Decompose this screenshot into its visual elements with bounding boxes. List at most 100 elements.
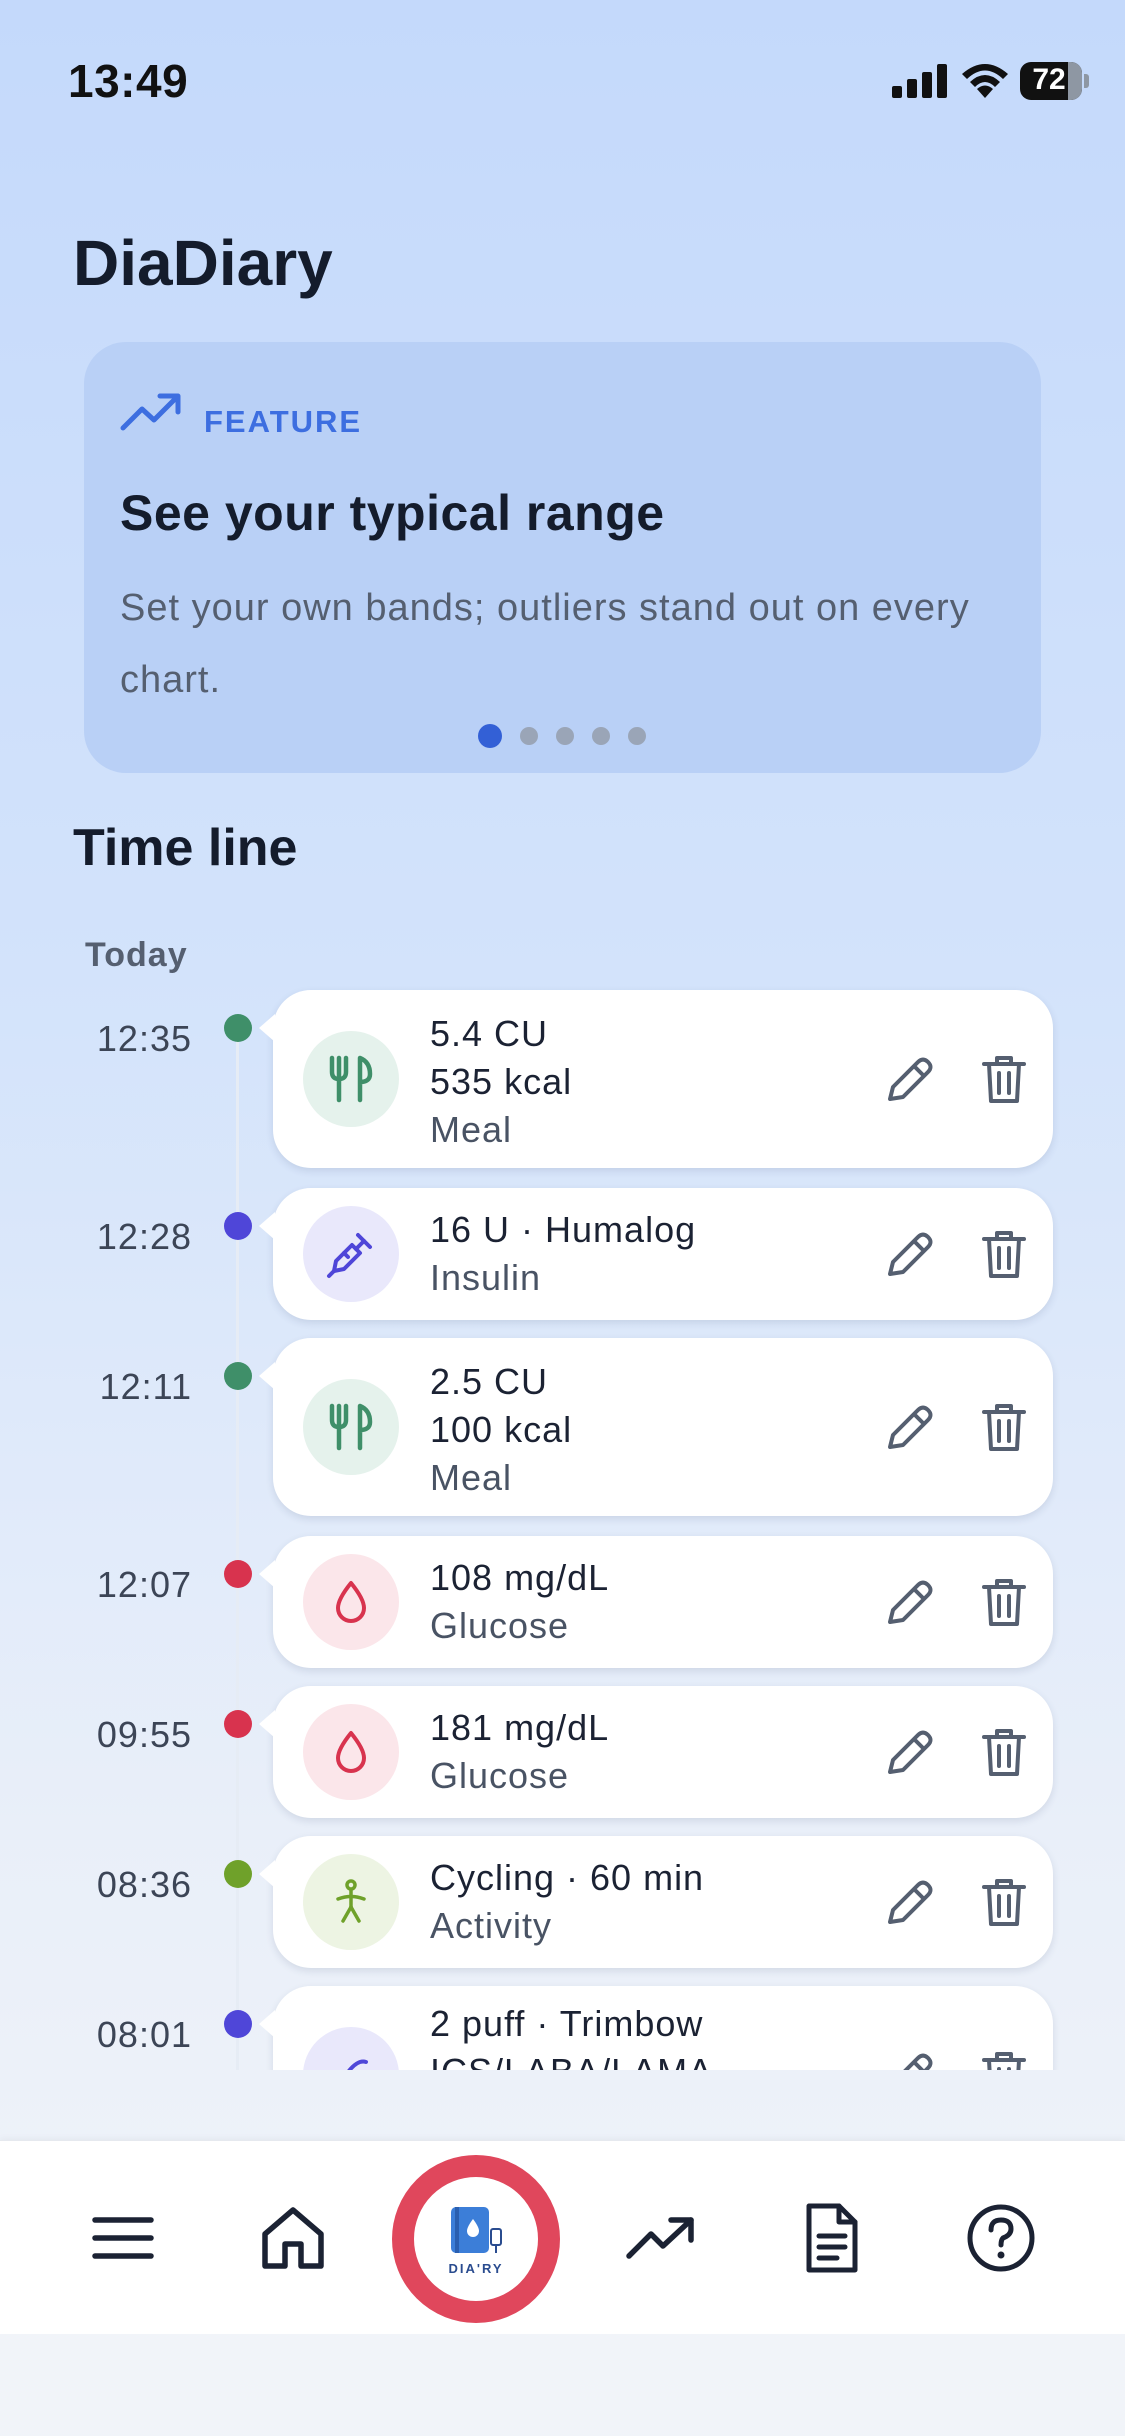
entry-icon-badge xyxy=(303,1854,399,1950)
delete-button[interactable] xyxy=(974,1722,1034,1782)
entry-card[interactable]: 2.5 CU 100 kcal Meal xyxy=(259,1338,1053,1516)
delete-button[interactable] xyxy=(974,1872,1034,1932)
timeline-dot xyxy=(224,1362,252,1390)
trash-icon xyxy=(982,1879,1026,1926)
entry-category: Glucose xyxy=(430,1755,570,1796)
carousel-dot[interactable] xyxy=(520,727,538,745)
timeline-connector xyxy=(236,1040,239,2070)
report-icon xyxy=(806,2203,858,2273)
battery-level: 72 xyxy=(1032,63,1066,96)
pencil-icon xyxy=(903,2053,933,2070)
entry-card[interactable]: 5.4 CU 535 kcal Meal xyxy=(259,990,1053,1168)
timeline-list[interactable]: 12:35 5.4 CU 535 kcal Meal 12:28 16 U · … xyxy=(0,970,1125,2070)
entry-value: 100 kcal xyxy=(430,1409,573,1450)
carousel-dot[interactable] xyxy=(478,724,502,748)
trends-button[interactable] xyxy=(618,2195,704,2281)
delete-button[interactable] xyxy=(974,1224,1034,1284)
entry-value: 16 U · Humalog xyxy=(430,1209,697,1250)
entry-time: 12:28 xyxy=(96,1216,192,1257)
pencil-icon xyxy=(888,1880,933,1924)
entry-value: Cycling · 60 min xyxy=(430,1857,705,1898)
entry-icon-badge xyxy=(303,1704,399,1800)
help-button[interactable] xyxy=(958,2195,1044,2281)
trash-icon xyxy=(982,1231,1026,1278)
entry-time: 12:11 xyxy=(99,1366,192,1407)
entry-category: Meal xyxy=(430,1457,513,1498)
entry-category: Glucose xyxy=(430,1605,570,1646)
pencil-icon xyxy=(888,1405,933,1449)
battery-indicator: 72 xyxy=(1020,62,1090,100)
trash-icon xyxy=(982,1404,1026,1451)
edit-button[interactable] xyxy=(878,1722,938,1782)
trash-icon xyxy=(982,2052,1026,2070)
trash-icon xyxy=(982,1579,1026,1626)
timeline-dot xyxy=(224,1710,252,1738)
delete-button[interactable] xyxy=(974,1572,1034,1632)
utensils-icon xyxy=(329,1055,373,1103)
status-time: 13:49 xyxy=(68,55,189,107)
report-button[interactable] xyxy=(788,2195,874,2281)
entry-card[interactable]: Cycling · 60 min Activity xyxy=(259,1836,1053,1968)
menu-button[interactable] xyxy=(80,2195,166,2281)
page-title: DiaDiary xyxy=(73,227,333,299)
timeline-dot xyxy=(224,2010,252,2038)
diary-logo-button[interactable]: DIA'RY xyxy=(392,2155,560,2323)
feature-title: See your typical range xyxy=(120,485,665,541)
entry-value: 181 mg/dL xyxy=(430,1707,610,1748)
entry-card[interactable]: 2 puff · Trimbow ICS/LABA/LAMA xyxy=(259,1986,1053,2070)
entry-value: 5.4 CU xyxy=(430,1013,549,1054)
entry-time: 12:07 xyxy=(96,1564,192,1605)
trending-up-icon xyxy=(120,393,181,431)
home-icon xyxy=(262,2207,324,2269)
home-indicator-area xyxy=(0,2334,1125,2436)
entry-value: 2.5 CU xyxy=(430,1361,549,1402)
syringe-icon xyxy=(327,1233,372,1278)
entry-time: 08:01 xyxy=(96,2014,192,2055)
diary-logo-icon xyxy=(451,2206,502,2253)
delete-button[interactable] xyxy=(974,1049,1034,1109)
wifi-icon xyxy=(962,64,1008,98)
entry-icon-badge xyxy=(303,2027,399,2070)
pencil-icon xyxy=(888,1730,933,1774)
entry-value: 2 puff · Trimbow xyxy=(430,2003,704,2044)
feature-tag: FEATURE xyxy=(204,404,363,439)
entry-value: ICS/LABA/LAMA xyxy=(430,2048,713,2070)
edit-button[interactable] xyxy=(878,1397,938,1457)
entry-value: 108 mg/dL xyxy=(430,1557,610,1598)
menu-icon xyxy=(92,2217,154,2259)
entry-icon-badge xyxy=(303,1554,399,1650)
pencil-icon xyxy=(888,1232,933,1276)
edit-button[interactable] xyxy=(878,1049,938,1109)
delete-button[interactable] xyxy=(974,2045,1034,2070)
entry-category: Activity xyxy=(430,1905,553,1946)
edit-button[interactable] xyxy=(878,1572,938,1632)
entry-time: 08:36 xyxy=(96,1864,192,1905)
entry-time: 09:55 xyxy=(96,1714,192,1755)
timeline-title: Time line xyxy=(73,819,298,877)
carousel-dot[interactable] xyxy=(556,727,574,745)
entry-icon-badge xyxy=(303,1379,399,1475)
home-button[interactable] xyxy=(250,2195,336,2281)
entry-card[interactable]: 108 mg/dL Glucose xyxy=(259,1536,1053,1668)
carousel-dot[interactable] xyxy=(628,727,646,745)
logo-text: DIA'RY xyxy=(448,2260,504,2276)
feature-carousel-card[interactable]: FEATURE See your typical range Set your … xyxy=(84,342,1041,773)
entry-icon-badge xyxy=(303,1031,399,1127)
help-icon xyxy=(967,2204,1035,2272)
bottom-nav: DIA'RY xyxy=(0,2140,1125,2334)
pencil-icon xyxy=(888,1580,933,1624)
entry-card[interactable]: 181 mg/dL Glucose xyxy=(259,1686,1053,1818)
edit-button[interactable] xyxy=(878,1224,938,1284)
entry-value: 535 kcal xyxy=(430,1061,573,1102)
edit-button[interactable] xyxy=(878,2045,938,2070)
timeline-dot xyxy=(224,1560,252,1588)
entry-icon-badge xyxy=(303,1206,399,1302)
carousel-pagination[interactable] xyxy=(478,724,664,748)
inhaler-icon xyxy=(347,2059,368,2070)
carousel-dot[interactable] xyxy=(592,727,610,745)
delete-button[interactable] xyxy=(974,1397,1034,1457)
entry-card[interactable]: 16 U · Humalog Insulin xyxy=(259,1188,1053,1320)
edit-button[interactable] xyxy=(878,1872,938,1932)
trash-icon xyxy=(982,1056,1026,1103)
blood-drop-icon xyxy=(336,1581,366,1623)
